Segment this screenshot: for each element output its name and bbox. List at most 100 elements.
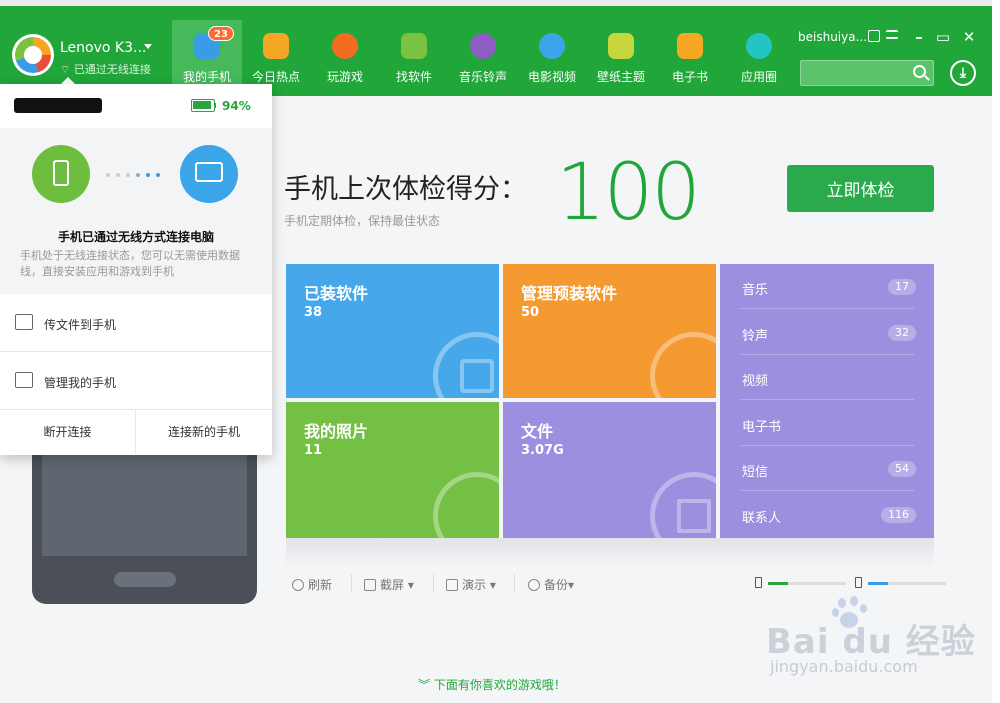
games-hint[interactable]: ︾ 下面有你喜欢的游戏哦！ xyxy=(0,676,984,693)
message-icon[interactable] xyxy=(868,30,880,42)
media-label: 电子书 xyxy=(742,419,782,435)
media-row[interactable]: 短信 54 xyxy=(720,446,934,492)
close-button[interactable]: ✕ xyxy=(960,28,978,46)
nav-item-0[interactable]: 23 我的手机 xyxy=(172,20,242,90)
screenshot-button[interactable]: 截屏 ▾ xyxy=(364,576,414,593)
media-row[interactable]: 视频 xyxy=(720,355,934,401)
refresh-icon xyxy=(292,579,304,591)
username[interactable]: beishuiya... xyxy=(798,30,867,44)
sd-storage-fill xyxy=(868,582,888,585)
search-box xyxy=(800,60,934,86)
media-row[interactable]: 音乐 17 xyxy=(720,264,934,309)
maximize-button[interactable]: ▭ xyxy=(934,28,952,46)
media-row[interactable]: 联系人 116 xyxy=(720,492,934,537)
nav-item-label: 找软件 xyxy=(395,70,432,84)
demo-label: 演示 xyxy=(462,578,487,592)
checkup-score: 100 xyxy=(556,148,701,238)
watermark-url: jingyan.baidu.com xyxy=(770,657,918,676)
media-label: 联系人 xyxy=(742,511,782,526)
media-count: 32 xyxy=(888,324,916,341)
media-row[interactable]: 电子书 xyxy=(720,401,934,446)
nav-item-8[interactable]: 应用圈 xyxy=(724,20,794,90)
search-input[interactable] xyxy=(801,61,909,85)
phone-manage-icon xyxy=(15,372,33,388)
folder-icon xyxy=(650,472,716,538)
tile-count: 11 xyxy=(304,443,323,458)
hero-title: 手机已通过无线方式连接电脑 xyxy=(57,230,214,244)
title-bar: Lenovo K3... ⌔ 已通过无线连接 23 我的手机 今日热点 玩游戏 找软件 音… xyxy=(0,6,992,96)
sd-storage-icon xyxy=(855,577,862,588)
demo-button[interactable]: 演示 ▾ xyxy=(446,576,496,593)
tile-title: 我的照片 xyxy=(304,422,369,441)
connect-new-phone-button[interactable]: 连接新的手机 xyxy=(136,410,272,454)
nav-item-label: 电影视频 xyxy=(527,70,576,84)
toolbar-divider xyxy=(514,574,515,592)
refresh-button[interactable]: 刷新 xyxy=(292,576,332,593)
games-hint-text: 下面有你喜欢的游戏哦！ xyxy=(433,678,566,692)
tile-count: 50 xyxy=(521,305,540,320)
nav-item-5[interactable]: 电影视频 xyxy=(517,20,587,90)
music-icon xyxy=(470,33,496,59)
nav-item-6[interactable]: 壁纸主题 xyxy=(586,20,656,90)
phone-home-button xyxy=(114,572,176,587)
checkup-subtitle: 手机定期体检，保持最佳状态 xyxy=(284,214,441,228)
computer-icon xyxy=(180,145,238,203)
hero-description: 手机处于无线连接状态，您可以无需使用数据线，直接安装应用和游戏到手机 xyxy=(20,249,240,278)
tile-count: 38 xyxy=(304,305,323,320)
manage-my-phone[interactable]: 管理我的手机 xyxy=(0,352,272,410)
device-dropdown: 94% 手机已通过无线方式连接电脑 手机处于无线连接状态，您可以无需使用数据线，… xyxy=(0,84,272,455)
nav-item-label: 音乐铃声 xyxy=(458,70,507,84)
phone-mockup xyxy=(32,448,257,604)
phone-storage-bar xyxy=(768,582,846,585)
media-label: 音乐 xyxy=(742,283,769,298)
device-name[interactable]: Lenovo K3... xyxy=(60,40,146,56)
media-label: 视频 xyxy=(742,374,769,390)
connection-status-text: 已通过无线连接 xyxy=(73,63,151,76)
nav-item-1[interactable]: 今日热点 xyxy=(241,20,311,90)
tile-reflection xyxy=(286,538,934,568)
toolbar-divider xyxy=(433,574,434,592)
download-icon[interactable]: ⤓ xyxy=(950,60,976,86)
media-count: 54 xyxy=(888,461,916,478)
menu-icon[interactable] xyxy=(886,30,898,39)
phone-screen xyxy=(42,448,247,556)
tile-my-photos[interactable]: 我的照片 11 xyxy=(286,402,499,538)
screenshot-label: 截屏 xyxy=(380,578,405,592)
media-panel: 音乐 17 铃声 32 视频电子书短信 54 联系人 116 xyxy=(720,264,934,538)
media-label: 铃声 xyxy=(742,328,769,344)
checkup-button[interactable]: 立即体检 xyxy=(787,165,934,212)
minimize-button[interactable]: – xyxy=(910,28,928,46)
search-icon[interactable] xyxy=(913,65,926,78)
nav-item-2[interactable]: 玩游戏 xyxy=(310,20,380,90)
device-label-redacted xyxy=(14,98,102,113)
android-icon xyxy=(401,33,427,59)
tile-files[interactable]: 文件 3.07G xyxy=(503,402,716,538)
media-row[interactable]: 铃声 32 xyxy=(720,310,934,355)
backup-label: 备份 xyxy=(544,578,569,592)
tile-installed-apps[interactable]: 已装软件 38 xyxy=(286,264,499,398)
tile-title: 文件 xyxy=(521,422,554,441)
tile-count: 3.07G xyxy=(521,443,564,458)
nav-item-label: 电子书 xyxy=(671,70,708,84)
chevron-down-icon[interactable] xyxy=(144,44,152,49)
crop-icon xyxy=(364,579,376,591)
window-edge xyxy=(992,0,1000,703)
app-logo[interactable] xyxy=(12,34,54,76)
nav-item-7[interactable]: 电子书 xyxy=(655,20,725,90)
cloud-icon xyxy=(528,579,540,591)
nav-item-3[interactable]: 找软件 xyxy=(379,20,449,90)
phone-storage-fill xyxy=(768,582,788,585)
play-icon xyxy=(539,33,565,59)
nav-item-4[interactable]: 音乐铃声 xyxy=(448,20,518,90)
battery-icon xyxy=(191,99,216,112)
wallpaper-icon xyxy=(608,33,634,59)
tile-preinstalled-apps[interactable]: 管理预装软件 50 xyxy=(503,264,716,398)
nav-item-label: 应用圈 xyxy=(740,70,777,84)
send-file-to-phone[interactable]: 传文件到手机 xyxy=(0,294,272,352)
backup-button[interactable]: 备份▾ xyxy=(528,576,574,593)
tile-title: 管理预装软件 xyxy=(521,284,618,303)
wrench-icon xyxy=(650,332,716,398)
phone-storage-icon xyxy=(755,577,762,588)
disconnect-button[interactable]: 断开连接 xyxy=(0,410,136,454)
tile-title: 已装软件 xyxy=(304,284,369,303)
